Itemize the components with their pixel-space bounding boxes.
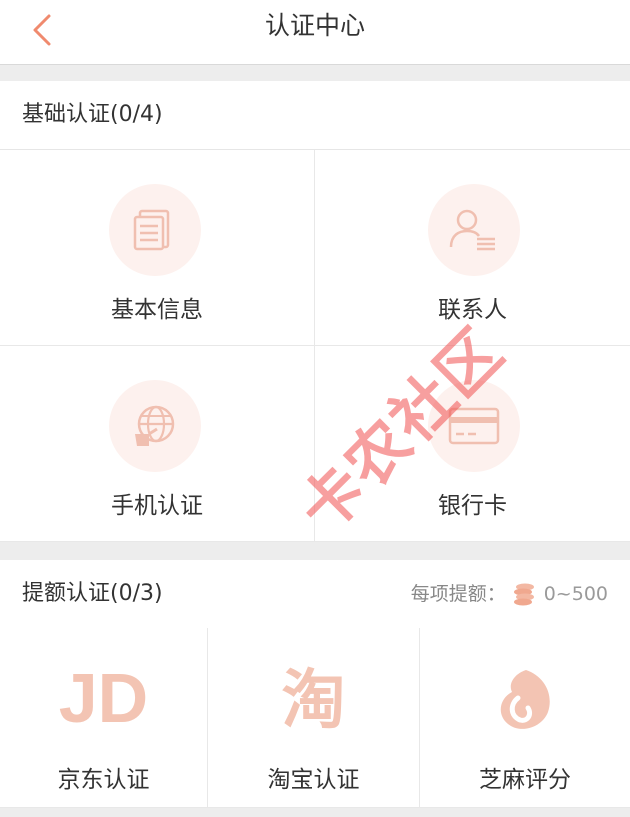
taobao-logo-icon: 淘 <box>281 664 346 738</box>
phone-auth-label: 手机认证 <box>111 493 203 519</box>
sesame-score-label: 芝麻评分 <box>479 767 571 793</box>
bank-card-label: 银行卡 <box>438 493 507 519</box>
quota-value: 0~500 <box>543 583 608 605</box>
quota-info: 每项提额： 0~500 <box>411 560 608 628</box>
bottom-divider <box>0 808 630 817</box>
basic-info-label: 基本信息 <box>111 297 203 323</box>
jd-auth-label: 京东认证 <box>57 767 150 793</box>
jd-auth-card[interactable]: JD 京东认证 <box>0 628 208 808</box>
coins-icon <box>513 583 534 606</box>
contacts-card[interactable]: 联系人 <box>315 150 630 346</box>
basic-section-header: 基础认证(0/4) <box>0 81 630 150</box>
contacts-label: 联系人 <box>438 297 507 323</box>
basic-section-title: 基础认证(0/4) <box>22 102 163 127</box>
globe-phone-icon <box>109 380 201 472</box>
page-title: 认证中心 <box>264 11 365 40</box>
taobao-auth-card[interactable]: 淘 淘宝认证 <box>208 628 420 808</box>
phone-auth-card[interactable]: 手机认证 <box>0 346 315 542</box>
header-bar: 认证中心 <box>0 0 630 65</box>
sesame-logo-icon <box>496 668 554 732</box>
bank-card-card[interactable]: 银行卡 <box>315 346 630 542</box>
document-icon <box>109 184 201 276</box>
basic-info-card[interactable]: 基本信息 <box>0 150 315 346</box>
taobao-auth-label: 淘宝认证 <box>267 767 360 793</box>
section-divider <box>0 65 630 81</box>
quota-label: 每项提额： <box>410 583 506 605</box>
extra-section-title: 提额认证(0/3) <box>22 581 163 606</box>
jd-logo-icon: JD <box>58 659 149 737</box>
section-divider <box>0 542 630 560</box>
contact-icon <box>428 184 520 276</box>
bank-card-icon <box>428 380 520 472</box>
extra-section-header: 提额认证(0/3) 每项提额： 0~500 <box>0 560 630 629</box>
sesame-score-card[interactable]: 芝麻评分 <box>420 628 630 808</box>
